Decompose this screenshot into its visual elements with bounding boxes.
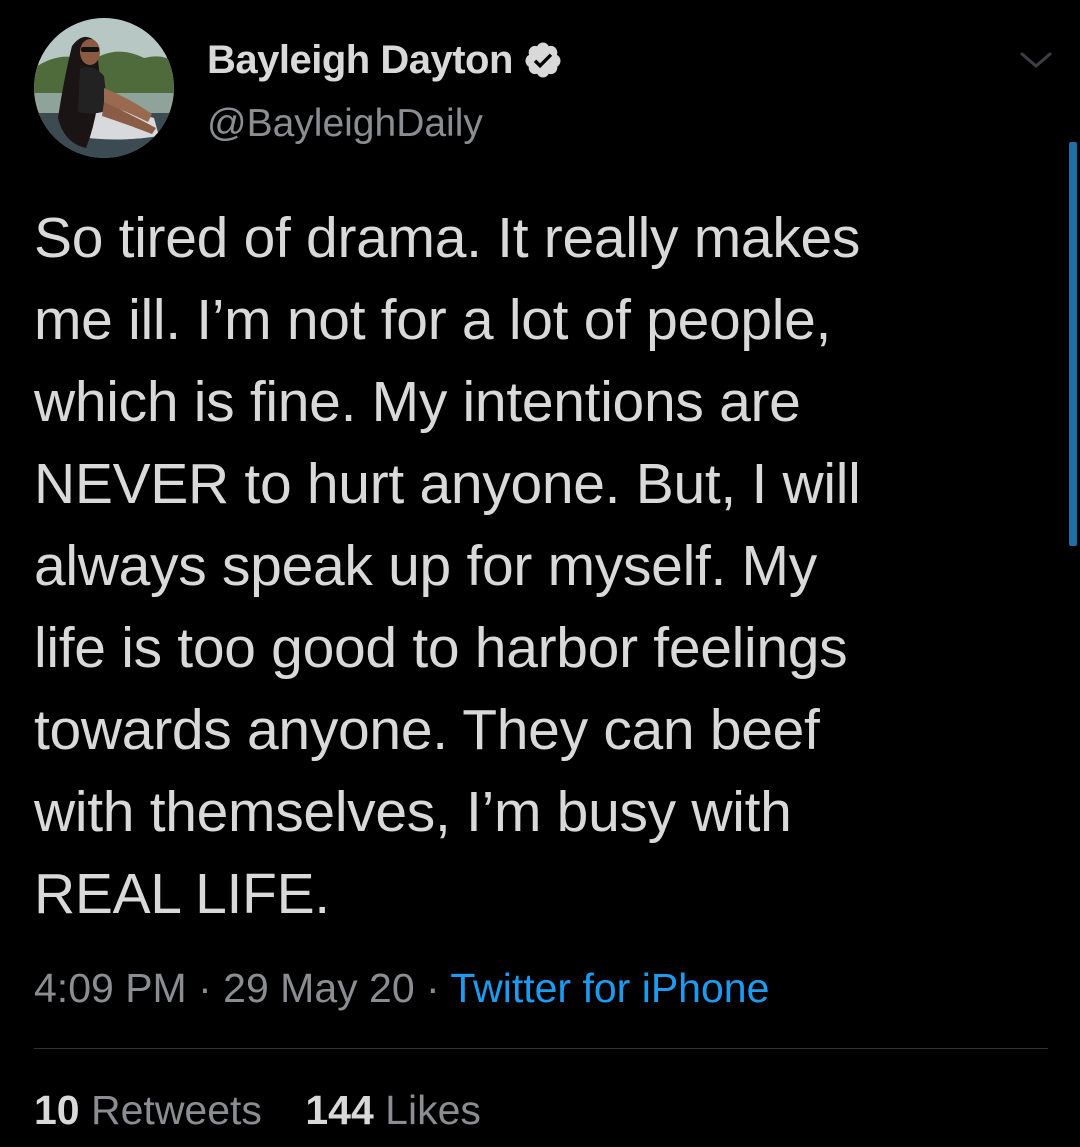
retweets-label: Retweets: [91, 1087, 262, 1133]
retweets-stat[interactable]: 10 Retweets: [34, 1084, 262, 1136]
display-name: Bayleigh Dayton: [207, 38, 513, 82]
tweet-meta: 4:09 PM · 29 May 20 · Twitter for iPhone: [34, 962, 769, 1014]
verified-badge-icon: [523, 40, 563, 80]
divider: [34, 1048, 1048, 1049]
avatar[interactable]: [34, 18, 174, 158]
meta-separator: ·: [426, 965, 440, 1011]
retweets-count: 10: [34, 1087, 80, 1133]
avatar-photo: [34, 18, 174, 158]
tweet-time: 4:09 PM: [34, 965, 187, 1011]
tweet-date: 29 May 20: [223, 965, 415, 1011]
likes-stat[interactable]: 144 Likes: [305, 1084, 481, 1136]
author-handle[interactable]: @BayleighDaily: [207, 98, 483, 150]
author-name-row[interactable]: Bayleigh Dayton: [207, 34, 563, 86]
chevron-down-icon[interactable]: [1018, 48, 1054, 72]
tweet-source-link[interactable]: Twitter for iPhone: [450, 965, 769, 1011]
likes-count: 144: [305, 1087, 374, 1133]
likes-label: Likes: [385, 1087, 481, 1133]
tweet-text: So tired of drama. It really makes me il…: [34, 206, 861, 926]
meta-separator: ·: [198, 965, 212, 1011]
tweet-stats: 10 Retweets 144 Likes: [34, 1084, 481, 1136]
scroll-indicator[interactable]: [1069, 142, 1077, 546]
